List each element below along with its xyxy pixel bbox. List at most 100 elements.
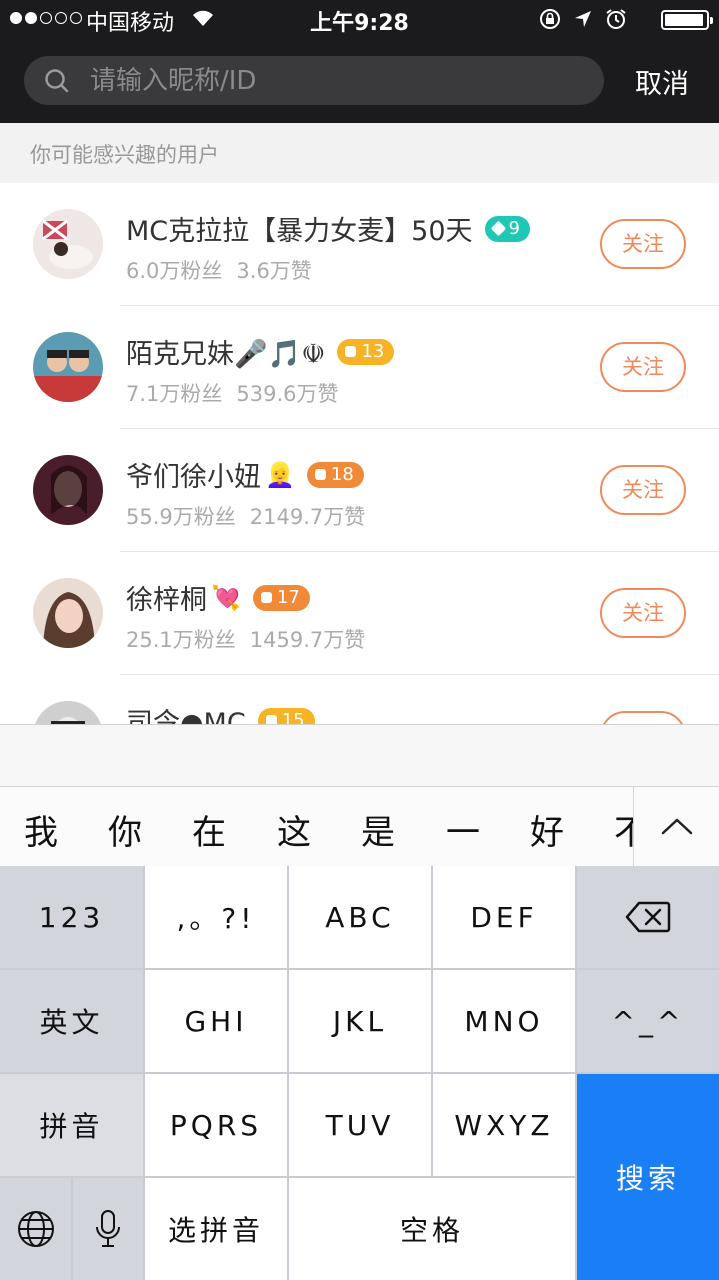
candidate-word[interactable]: 不	[614, 805, 634, 854]
level-value: 18	[330, 464, 354, 485]
microphone-key[interactable]	[73, 1178, 143, 1280]
user-stats: 7.1万粉丝 539.6万赞	[126, 378, 339, 408]
candidate-word[interactable]: 在	[192, 805, 226, 854]
status-icons	[539, 8, 627, 30]
user-name-line: 司令●MC 15	[126, 701, 315, 724]
key-label: 123	[38, 900, 105, 934]
microphone-icon	[96, 1210, 120, 1247]
keyboard: 123 ,。?! ABC DEF 英文 GHI JKL MNO ^_^ 拼音 P…	[0, 866, 719, 1280]
level-badge: 13	[337, 338, 395, 365]
likes-count: 2149.7万赞	[249, 505, 366, 529]
likes-count: 1459.7万赞	[249, 628, 366, 652]
level-value: 17	[276, 587, 300, 608]
follow-button[interactable]: 关注	[600, 342, 686, 392]
key-label: JKL	[332, 1004, 388, 1038]
orientation-lock-icon	[540, 9, 560, 29]
user-name: 徐梓桐	[126, 585, 207, 616]
key-123[interactable]: 123	[0, 866, 143, 968]
level-badge: 9	[484, 215, 530, 242]
candidate-word[interactable]: 是	[361, 805, 395, 854]
level-badge: 15	[257, 707, 315, 724]
candidate-word[interactable]: 你	[108, 805, 142, 854]
globe-key[interactable]	[0, 1178, 71, 1280]
fans-count: 25.1万粉丝	[126, 628, 236, 652]
key-label: GHI	[184, 1004, 248, 1038]
globe-icon	[17, 1211, 54, 1247]
key-wxyz[interactable]: WXYZ	[433, 1074, 575, 1176]
expand-candidates-button[interactable]	[633, 787, 719, 867]
user-name-line: 徐梓桐 💘 17	[126, 578, 310, 617]
likes-count: 539.6万赞	[236, 382, 339, 406]
section-header: 你可能感兴趣的用户	[0, 123, 719, 183]
chevron-up-icon	[661, 818, 693, 835]
candidate-word[interactable]: 我	[24, 805, 58, 854]
backspace-key[interactable]	[577, 866, 719, 968]
user-row[interactable]: 爷们徐小妞 👱‍♀️ 18 55.9万粉丝 2149.7万赞 关注	[0, 429, 719, 552]
follow-button[interactable]: 关注	[600, 219, 686, 269]
user-row[interactable]: 司令●MC 15 关注	[0, 675, 719, 724]
avatar[interactable]	[33, 455, 103, 525]
battery-icon	[661, 10, 713, 30]
key-select-pinyin[interactable]: 选拼音	[145, 1178, 287, 1280]
key-emoticon[interactable]: ^_^	[577, 970, 719, 1072]
user-stats: 55.9万粉丝 2149.7万赞	[126, 501, 365, 531]
key-jkl[interactable]: JKL	[289, 970, 431, 1072]
cancel-button[interactable]: 取消	[635, 62, 689, 101]
square-badge-icon	[345, 346, 357, 357]
avatar[interactable]	[33, 701, 103, 724]
avatar[interactable]	[33, 332, 103, 402]
fans-count: 6.0万粉丝	[126, 259, 223, 283]
key-english[interactable]: 英文	[0, 970, 143, 1072]
likes-count: 3.6万赞	[236, 259, 312, 283]
fans-count: 55.9万粉丝	[126, 505, 236, 529]
backspace-icon	[625, 901, 671, 933]
key-label: 选拼音	[167, 1214, 264, 1247]
screen: 中国移动 上午9:28 请输入昵称/ID 取消 你可能感兴趣的用户 MC克拉拉【…	[0, 0, 719, 1280]
key-tuv[interactable]: TUV	[289, 1074, 431, 1176]
user-row[interactable]: 徐梓桐 💘 17 25.1万粉丝 1459.7万赞 关注	[0, 552, 719, 675]
candidate-bar[interactable]: 我 你 在 这 是 一 好 不	[0, 786, 719, 867]
candidate-word[interactable]: 一	[446, 805, 480, 854]
follow-button[interactable]: 关注	[600, 465, 686, 515]
search-key[interactable]: 搜索	[577, 1074, 719, 1280]
key-pqrs[interactable]: PQRS	[145, 1074, 287, 1176]
user-name-line: 陌克兄妹🎤🎵☫ 13	[126, 332, 395, 371]
diamond-icon	[490, 220, 506, 237]
key-label: 空格	[399, 1214, 464, 1247]
level-value: 15	[281, 710, 305, 724]
search-header: 中国移动 上午9:28 请输入昵称/ID 取消	[0, 0, 719, 123]
pentagon-badge-icon	[314, 469, 326, 480]
key-label: MNO	[464, 1004, 544, 1038]
avatar[interactable]	[33, 209, 103, 279]
key-abc[interactable]: ABC	[289, 866, 431, 968]
pentagon-badge-icon	[260, 592, 272, 603]
key-pinyin[interactable]: 拼音	[0, 1074, 143, 1176]
candidate-word[interactable]: 好	[530, 805, 564, 854]
avatar[interactable]	[33, 578, 103, 648]
user-stats: 25.1万粉丝 1459.7万赞	[126, 624, 365, 654]
status-bar: 中国移动 上午9:28	[0, 0, 719, 40]
key-label: DEF	[470, 900, 538, 934]
key-def[interactable]: DEF	[433, 866, 575, 968]
user-name-line: MC克拉拉【暴力女麦】50天 9	[126, 209, 530, 248]
key-mno[interactable]: MNO	[433, 970, 575, 1072]
user-name: 司令●MC	[126, 708, 246, 724]
key-label: 拼音	[39, 1110, 104, 1143]
search-box[interactable]	[24, 56, 604, 105]
candidate-word[interactable]: 这	[277, 805, 311, 854]
key-ghi[interactable]: GHI	[145, 970, 287, 1072]
space-key[interactable]: 空格	[289, 1178, 575, 1280]
user-emoji: 💘	[211, 583, 241, 612]
key-punctuation[interactable]: ,。?!	[145, 866, 287, 968]
follow-button[interactable]: 关注	[600, 711, 686, 724]
user-emoji: 👱‍♀️	[265, 460, 295, 489]
search-input[interactable]	[90, 56, 590, 105]
key-label: WXYZ	[454, 1108, 554, 1142]
user-list[interactable]: MC克拉拉【暴力女麦】50天 9 6.0万粉丝 3.6万赞 关注 陌克兄妹🎤🎵☫	[0, 183, 719, 724]
user-row[interactable]: 陌克兄妹🎤🎵☫ 13 7.1万粉丝 539.6万赞 关注	[0, 306, 719, 429]
level-badge: 18	[306, 461, 364, 488]
level-value: 13	[361, 341, 385, 362]
user-row[interactable]: MC克拉拉【暴力女麦】50天 9 6.0万粉丝 3.6万赞 关注	[0, 183, 719, 306]
follow-button[interactable]: 关注	[600, 588, 686, 638]
user-stats: 6.0万粉丝 3.6万赞	[126, 255, 312, 285]
